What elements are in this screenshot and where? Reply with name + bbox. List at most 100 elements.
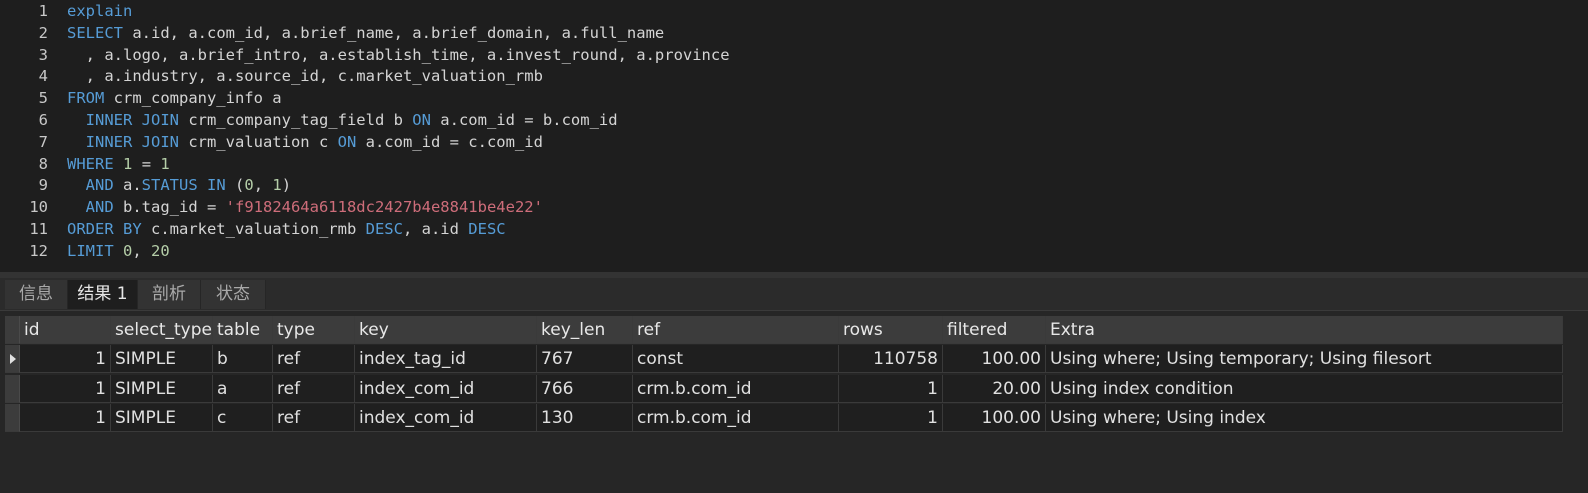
code-text[interactable]: explain: [67, 0, 132, 22]
code-token: ON: [337, 132, 357, 151]
table-cell[interactable]: Using where; Using index: [1046, 404, 1563, 432]
table-cell[interactable]: ref: [273, 374, 355, 403]
row-indicator[interactable]: [5, 345, 20, 373]
table-cell[interactable]: SIMPLE: [111, 345, 213, 373]
line-number: 6: [38, 111, 48, 129]
code-token: ,: [253, 176, 273, 195]
code-token: IN: [207, 176, 226, 195]
table-cell[interactable]: 767: [537, 345, 633, 373]
code-token: , a.id: [402, 220, 469, 238]
line-number: 10: [29, 198, 48, 217]
tab-info[interactable]: 信息: [5, 280, 68, 309]
line-number: 3: [38, 45, 48, 64]
table-cell[interactable]: index_com_id: [355, 374, 537, 403]
column-header-id[interactable]: id: [20, 316, 111, 344]
code-token: crm_company_tag_field b: [178, 111, 413, 129]
column-header-select-type[interactable]: select_type: [111, 316, 213, 344]
row-indicator[interactable]: [5, 404, 20, 432]
current-row-arrow-icon: [10, 354, 16, 364]
line-number: 8: [38, 154, 48, 173]
table-cell[interactable]: 766: [537, 374, 633, 403]
table-cell[interactable]: SIMPLE: [111, 374, 213, 403]
table-cell[interactable]: c: [213, 404, 273, 432]
table-cell[interactable]: b: [213, 345, 273, 373]
column-header-type[interactable]: type: [273, 316, 355, 344]
line-number: 7: [38, 132, 48, 151]
tab-result-1[interactable]: 结果 1: [68, 280, 138, 309]
code-text[interactable]: SELECT a.id, a.com_id, a.brief_name, a.b…: [67, 22, 664, 44]
table-cell[interactable]: 100.00: [943, 404, 1046, 432]
table-cell[interactable]: 1: [839, 404, 943, 432]
table-row[interactable]: 1 SIMPLE c ref index_com_id 130 crm.b.com_id 1 1…: [5, 404, 1563, 433]
line-number: 11: [29, 220, 48, 238]
table-row[interactable]: 1 SIMPLE b ref index_tag_id 767 const 110758 100…: [5, 345, 1563, 374]
line-number: 5: [38, 89, 48, 108]
column-header-ref[interactable]: ref: [633, 316, 839, 344]
code-token: =: [132, 154, 161, 173]
code-token: STATUS: [141, 176, 198, 195]
code-text[interactable]: AND a.STATUS IN (0, 1): [67, 174, 291, 196]
column-header-table[interactable]: table: [213, 316, 273, 344]
code-token: SELECT: [67, 23, 123, 42]
column-header-filtered[interactable]: filtered: [943, 316, 1046, 344]
sql-editor[interactable]: 1 explain 2 SELECT a.id, a.com_id, a.brief_…: [0, 0, 1588, 272]
code-token: , a.industry, a.source_id, c.market_valu…: [67, 67, 543, 86]
code-text[interactable]: LIMIT 0, 20: [67, 240, 170, 262]
code-token: 1: [123, 154, 133, 173]
code-token: ON: [412, 111, 431, 129]
code-token: 20: [151, 241, 170, 260]
line-number: 12: [29, 241, 48, 260]
code-text[interactable]: , a.industry, a.source_id, c.market_valu…: [67, 65, 543, 87]
code-token: 1: [160, 154, 170, 173]
table-cell[interactable]: const: [633, 345, 839, 373]
column-header-key[interactable]: key: [355, 316, 537, 344]
code-token: DESC: [365, 220, 403, 238]
column-header-rows[interactable]: rows: [839, 316, 943, 344]
code-text[interactable]: INNER JOIN crm_valuation c ON a.com_id =…: [67, 131, 543, 153]
table-cell[interactable]: 1: [20, 374, 111, 403]
table-cell[interactable]: 1: [20, 404, 111, 432]
code-text[interactable]: , a.logo, a.brief_intro, a.establish_tim…: [67, 44, 730, 66]
code-text[interactable]: INNER JOIN crm_company_tag_field b ON a.…: [67, 109, 618, 131]
table-cell[interactable]: ref: [273, 345, 355, 373]
table-cell[interactable]: 1: [839, 374, 943, 403]
table-cell[interactable]: Using index condition: [1046, 374, 1563, 403]
table-cell[interactable]: 100.00: [943, 345, 1046, 373]
table-cell[interactable]: 110758: [839, 345, 943, 373]
line-number: 1: [38, 2, 48, 20]
table-cell[interactable]: a: [213, 374, 273, 403]
line-number: 4: [38, 67, 48, 86]
table-cell[interactable]: 1: [20, 345, 111, 373]
table-cell[interactable]: crm.b.com_id: [633, 404, 839, 432]
table-cell[interactable]: 130: [537, 404, 633, 432]
tab-status[interactable]: 状态: [201, 280, 266, 309]
code-token: ORDER BY: [67, 220, 142, 238]
code-token: c.market_valuation_rmb: [141, 220, 366, 238]
code-text[interactable]: ORDER BY c.market_valuation_rmb DESC, a.…: [67, 218, 506, 240]
header-corner[interactable]: [5, 316, 20, 344]
code-token: 'f9182464a6118dc2427b4e8841be4e22': [225, 198, 543, 217]
table-cell[interactable]: crm.b.com_id: [633, 374, 839, 403]
table-cell[interactable]: 20.00: [943, 374, 1046, 403]
table-cell[interactable]: Using where; Using temporary; Using file…: [1046, 345, 1563, 373]
code-token: a.com_id = b.com_id: [430, 111, 618, 129]
table-cell[interactable]: SIMPLE: [111, 404, 213, 432]
column-header-extra[interactable]: Extra: [1046, 316, 1563, 344]
code-text[interactable]: FROM crm_company_info a: [67, 87, 282, 109]
row-indicator[interactable]: [5, 374, 20, 403]
table-cell[interactable]: ref: [273, 404, 355, 432]
tab-profile[interactable]: 剖析: [138, 280, 201, 309]
code-token: AND: [67, 198, 114, 217]
code-text[interactable]: WHERE 1 = 1: [67, 153, 170, 175]
table-cell[interactable]: index_com_id: [355, 404, 537, 432]
column-header-key-len[interactable]: key_len: [537, 316, 633, 344]
code-token: a.id, a.com_id, a.brief_name, a.brief_do…: [123, 23, 665, 42]
table-cell[interactable]: index_tag_id: [355, 345, 537, 373]
line-number: 9: [38, 176, 48, 195]
code-token: AND: [67, 176, 114, 195]
code-token: explain: [67, 2, 133, 20]
code-token: a.com_id = c.com_id: [356, 132, 543, 151]
table-row[interactable]: 1 SIMPLE a ref index_com_id 766 crm.b.com_id 1 2…: [5, 374, 1563, 404]
code-text[interactable]: AND b.tag_id = 'f9182464a6118dc2427b4e88…: [67, 196, 543, 218]
